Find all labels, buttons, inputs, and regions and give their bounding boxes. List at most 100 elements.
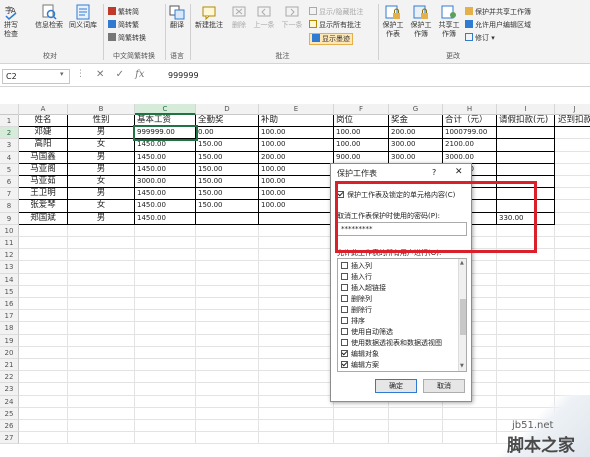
empty-cell[interactable] <box>497 273 555 286</box>
empty-cell[interactable] <box>259 420 334 433</box>
empty-cell[interactable] <box>259 224 334 237</box>
empty-cell[interactable] <box>19 395 68 408</box>
share-workbook-button[interactable]: 共享工作簿 <box>436 4 462 39</box>
row-header[interactable]: 26 <box>0 420 19 433</box>
empty-cell[interactable] <box>555 200 590 213</box>
empty-cell[interactable] <box>259 432 334 445</box>
empty-cell[interactable] <box>19 285 68 298</box>
table-cell[interactable] <box>497 127 555 140</box>
empty-cell[interactable] <box>19 224 68 237</box>
row-header[interactable]: 24 <box>0 395 19 408</box>
empty-cell[interactable] <box>389 432 443 445</box>
table-cell[interactable]: 郑国斌 <box>19 212 68 225</box>
empty-cell[interactable] <box>196 383 259 396</box>
table-cell[interactable] <box>196 212 259 225</box>
row-header[interactable]: 21 <box>0 359 19 372</box>
show-all-comments-button[interactable]: 显示所有批注 <box>309 20 361 30</box>
empty-cell[interactable] <box>555 237 590 250</box>
empty-cell[interactable] <box>196 310 259 323</box>
cancel-button[interactable]: 取消 <box>423 379 465 393</box>
empty-cell[interactable] <box>389 420 443 433</box>
empty-cell[interactable] <box>196 285 259 298</box>
empty-cell[interactable] <box>68 261 135 274</box>
empty-cell[interactable] <box>135 334 196 347</box>
table-header-cell[interactable]: 合计（元） <box>443 115 497 128</box>
empty-cell[interactable] <box>68 285 135 298</box>
table-header-cell[interactable]: 补助 <box>259 115 334 128</box>
permission-option[interactable]: 排序 <box>341 316 365 326</box>
empty-cell[interactable] <box>196 346 259 359</box>
table-cell[interactable]: 张爱琴 <box>19 200 68 213</box>
empty-cell[interactable] <box>555 188 590 201</box>
table-cell[interactable]: 男 <box>68 163 135 176</box>
table-cell[interactable]: 200.00 <box>389 127 443 140</box>
table-cell[interactable]: 王卫明 <box>19 188 68 201</box>
empty-cell[interactable] <box>68 432 135 445</box>
active-cell[interactable]: 999999.00 <box>133 125 198 142</box>
empty-cell[interactable] <box>555 371 590 384</box>
table-cell[interactable] <box>497 163 555 176</box>
empty-cell[interactable] <box>259 285 334 298</box>
empty-cell[interactable] <box>68 383 135 396</box>
table-cell[interactable]: 马亚茹 <box>19 176 68 189</box>
row-header[interactable]: 23 <box>0 383 19 396</box>
empty-cell[interactable] <box>555 225 590 237</box>
delete-comment-button[interactable]: 删除 <box>229 4 249 30</box>
empty-cell[interactable] <box>135 432 196 445</box>
row-header[interactable]: 19 <box>0 334 19 347</box>
table-cell[interactable]: 200.00 <box>259 151 334 164</box>
empty-cell[interactable] <box>259 359 334 372</box>
table-cell[interactable]: 高阳 <box>19 139 68 152</box>
table-cell[interactable]: 男 <box>68 151 135 164</box>
empty-cell[interactable] <box>135 395 196 408</box>
empty-cell[interactable] <box>68 395 135 408</box>
column-header[interactable]: D <box>196 104 259 115</box>
empty-cell[interactable] <box>196 432 259 445</box>
table-cell[interactable]: 150.00 <box>196 139 259 152</box>
table-cell[interactable] <box>497 139 555 152</box>
empty-cell[interactable] <box>19 346 68 359</box>
empty-cell[interactable] <box>19 237 68 250</box>
table-cell[interactable] <box>259 212 334 225</box>
scroll-down-icon[interactable]: ▼ <box>460 363 464 369</box>
empty-cell[interactable] <box>196 298 259 311</box>
table-cell[interactable]: 100.00 <box>259 163 334 176</box>
close-icon[interactable]: ✕ <box>455 167 463 177</box>
empty-cell[interactable] <box>334 407 389 420</box>
table-cell[interactable]: 1450.00 <box>135 200 196 213</box>
table-cell[interactable]: 男 <box>68 127 135 140</box>
table-cell[interactable]: 女 <box>68 139 135 152</box>
row-header[interactable]: 3 <box>0 139 19 152</box>
empty-cell[interactable] <box>19 322 68 335</box>
empty-cell[interactable] <box>19 298 68 311</box>
permission-option[interactable]: 编辑对象 <box>341 349 379 359</box>
empty-cell[interactable] <box>196 359 259 372</box>
column-header[interactable]: E <box>259 104 334 115</box>
column-header[interactable]: F <box>334 104 389 115</box>
row-header[interactable]: 9 <box>0 212 19 225</box>
row-header[interactable]: 12 <box>0 249 19 262</box>
table-cell[interactable]: 150.00 <box>196 176 259 189</box>
empty-cell[interactable] <box>68 371 135 384</box>
spell-check-button[interactable]: 字A 拼写检查 <box>1 4 21 39</box>
empty-cell[interactable] <box>497 261 555 274</box>
empty-cell[interactable] <box>135 322 196 335</box>
empty-cell[interactable] <box>135 261 196 274</box>
table-cell[interactable]: 2100.00 <box>443 139 497 152</box>
table-cell[interactable]: 1450.00 <box>135 151 196 164</box>
empty-cell[interactable] <box>135 237 196 250</box>
empty-cell[interactable]: 迟到扣款 <box>555 115 590 128</box>
empty-cell[interactable] <box>555 249 590 262</box>
empty-cell[interactable] <box>19 371 68 384</box>
empty-cell[interactable] <box>135 371 196 384</box>
scrollbar-thumb[interactable] <box>460 299 466 335</box>
empty-cell[interactable] <box>555 164 590 176</box>
permission-option[interactable]: 删除行 <box>341 305 372 315</box>
table-cell[interactable]: 马国鑫 <box>19 151 68 164</box>
empty-cell[interactable] <box>555 347 590 359</box>
empty-cell[interactable] <box>19 359 68 372</box>
empty-cell[interactable] <box>196 395 259 408</box>
permission-option[interactable]: 使用数据透视表和数据透视图 <box>341 338 442 348</box>
table-cell[interactable]: 300.00 <box>389 151 443 164</box>
empty-cell[interactable] <box>135 249 196 262</box>
